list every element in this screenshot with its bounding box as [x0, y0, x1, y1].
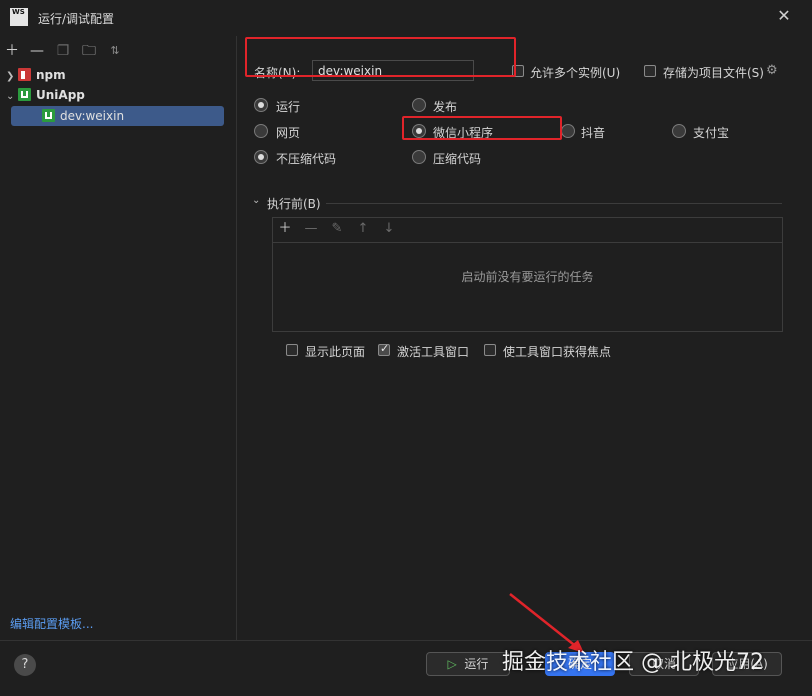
annotation-box-wechat — [402, 116, 562, 140]
configuration-tree-panel: ＋ — ❐ 🗀 ⇅ ❯ npm ⌄ UniApp dev:weixin — [0, 36, 237, 640]
show-page-label: 显示此页面 — [305, 345, 366, 359]
activate-tool-window-checkbox[interactable] — [378, 342, 390, 356]
annotation-box-name — [245, 37, 516, 77]
uniapp-icon — [18, 88, 31, 101]
chevron-down-icon[interactable]: ⌄ — [6, 87, 18, 107]
play-icon: ▷ — [447, 657, 457, 671]
copy-icon[interactable]: ❐ — [56, 44, 70, 58]
focus-tool-window-checkbox[interactable] — [484, 344, 496, 356]
radio-publish[interactable] — [412, 98, 426, 112]
help-button[interactable]: ? — [14, 654, 36, 676]
gear-icon[interactable]: ⚙ — [766, 64, 780, 78]
show-page-checkbox[interactable] — [286, 344, 298, 356]
add-icon[interactable]: ＋ — [5, 44, 19, 58]
edit-configuration-templates-link[interactable]: 编辑配置模板... — [10, 615, 93, 632]
uniapp-icon — [42, 109, 55, 122]
radio-run[interactable] — [254, 98, 268, 112]
store-as-project-checkbox[interactable] — [644, 65, 656, 77]
store-as-project-label: 存储为项目文件(S) — [663, 66, 764, 80]
activate-tool-window-label: 激活工具窗口 — [397, 345, 470, 359]
move-down-icon[interactable]: ↓ — [382, 222, 396, 236]
edit-icon[interactable]: ✎ — [330, 222, 344, 236]
radio-no-compress-label: 不压缩代码 — [276, 152, 337, 166]
add-icon[interactable]: ＋ — [278, 222, 292, 236]
remove-icon[interactable]: — — [30, 44, 44, 58]
run-button[interactable]: ▷ 运行 — [426, 652, 510, 676]
radio-publish-label: 发布 — [433, 100, 458, 114]
radio-run-label: 运行 — [276, 100, 301, 114]
empty-tasks-message: 启动前没有要运行的任务 — [461, 270, 594, 284]
tree-item-uniapp[interactable]: ⌄ UniApp — [6, 85, 85, 105]
before-launch-title: 执行前(B) — [267, 197, 321, 211]
radio-alipay-label: 支付宝 — [693, 126, 730, 140]
allow-multiple-label: 允许多个实例(U) — [530, 66, 621, 80]
chevron-right-icon[interactable]: ❯ — [6, 67, 18, 87]
radio-douyin[interactable] — [561, 124, 575, 138]
radio-web-label: 网页 — [276, 126, 301, 140]
title-bar — [0, 0, 812, 36]
radio-compress[interactable] — [412, 150, 426, 164]
remove-icon[interactable]: — — [304, 222, 318, 236]
tree-item-npm[interactable]: ❯ npm — [6, 65, 66, 85]
webstorm-logo-icon: WS — [10, 8, 28, 26]
focus-tool-window-label: 使工具窗口获得焦点 — [503, 345, 612, 359]
npm-icon — [18, 68, 31, 81]
chevron-down-icon[interactable]: ⌄ — [252, 195, 260, 206]
radio-no-compress[interactable] — [254, 150, 268, 164]
radio-web[interactable] — [254, 124, 268, 138]
move-up-icon[interactable]: ↑ — [356, 222, 370, 236]
section-divider — [326, 203, 782, 204]
radio-alipay[interactable] — [672, 124, 686, 138]
before-launch-toolbar: ＋ — ✎ ↑ ↓ — [273, 218, 782, 243]
sort-icon[interactable]: ⇅ — [108, 44, 122, 58]
radio-douyin-label: 抖音 — [581, 126, 606, 140]
window-title: 运行/调试配置 — [38, 12, 115, 26]
watermark: 掘金技术社区 @ 北极光72 — [502, 650, 764, 675]
radio-compress-label: 压缩代码 — [433, 152, 482, 166]
folder-add-icon[interactable]: 🗀 — [82, 44, 96, 58]
close-icon[interactable]: ✕ — [776, 8, 792, 24]
tree-item-dev-weixin[interactable]: dev:weixin — [11, 106, 224, 126]
